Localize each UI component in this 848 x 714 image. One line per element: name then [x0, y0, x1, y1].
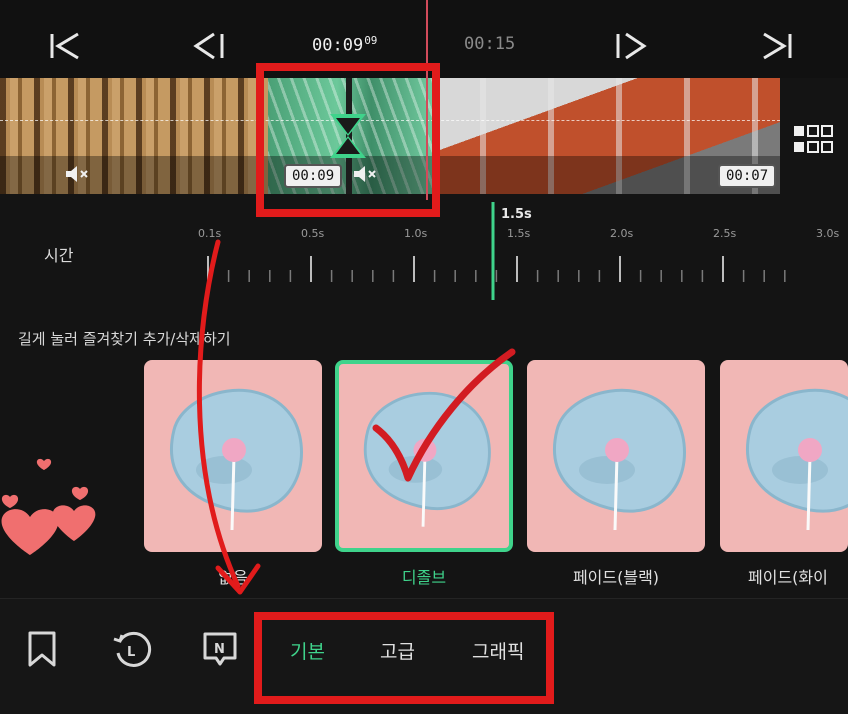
- svg-text:N: N: [214, 642, 225, 657]
- transition-label: 페이드(화이: [748, 568, 828, 587]
- favorite-hint: 길게 눌러 즐겨찾기 추가/삭제하기: [18, 330, 231, 348]
- clip-grid-icon[interactable]: [792, 124, 836, 156]
- transition-list: 없음 디졸브 페이드(블랙) 페이드(화이: [0, 358, 848, 598]
- transition-label: 디졸브: [401, 568, 447, 587]
- lollipop-thumbnail: [170, 388, 303, 531]
- annotation-box-transition: [256, 63, 440, 217]
- ruler-tick-label: 0.5s: [301, 227, 324, 240]
- mute-icon[interactable]: [64, 164, 90, 184]
- next-frame-button[interactable]: [612, 26, 652, 66]
- next-time: 00:15: [464, 34, 516, 54]
- history-icon: L: [113, 631, 152, 667]
- previous-frame-icon: [193, 32, 224, 60]
- bookmark-icon: [28, 631, 56, 667]
- clip-shade: [0, 156, 268, 194]
- skip-to-start-icon: [50, 32, 79, 60]
- transition-label: 페이드(블랙): [572, 568, 660, 587]
- lollipop-thumbnail: [746, 388, 848, 531]
- history-button[interactable]: L: [112, 629, 152, 669]
- ruler-tick-label: 2.0s: [610, 227, 633, 240]
- svg-text:L: L: [127, 645, 135, 660]
- ruler-tick-label: 1.0s: [404, 227, 427, 240]
- transition-card-dissolve[interactable]: [335, 360, 513, 552]
- lollipop-thumbnail: [553, 388, 686, 531]
- transition-card-fade-black[interactable]: [527, 360, 705, 552]
- ruler-tick-label: 0.1s: [198, 227, 221, 240]
- bookmark-button[interactable]: [22, 629, 62, 669]
- current-time-value: 00:09: [312, 35, 364, 56]
- ruler-tick-label: 2.5s: [713, 227, 736, 240]
- ruler-tick-label: 1.5s: [507, 227, 530, 240]
- hearts-decoration: [1, 458, 96, 555]
- skip-to-start-button[interactable]: [46, 26, 86, 66]
- lollipop-thumbnail: [363, 391, 491, 527]
- new-content-button[interactable]: N: [200, 629, 240, 669]
- new-badge-icon: N: [203, 632, 237, 666]
- current-time-frames: 09: [364, 34, 378, 47]
- ruler-selected-label: 1.5s: [501, 207, 532, 222]
- skip-to-end-button[interactable]: [756, 26, 796, 66]
- clip-duration-badge: 00:07: [718, 164, 777, 188]
- transition-card-none[interactable]: [144, 360, 322, 552]
- current-time: 00:0909: [312, 34, 377, 56]
- transition-label: 없음: [218, 568, 248, 587]
- transition-card-fade-white[interactable]: [720, 360, 848, 552]
- ruler-tick-label: 3.0s: [816, 227, 839, 240]
- next-frame-icon: [616, 32, 647, 60]
- wood-clip[interactable]: [0, 78, 268, 194]
- annotation-box-tabs: [254, 612, 554, 704]
- skip-to-end-icon: [763, 32, 792, 60]
- previous-frame-button[interactable]: [188, 26, 228, 66]
